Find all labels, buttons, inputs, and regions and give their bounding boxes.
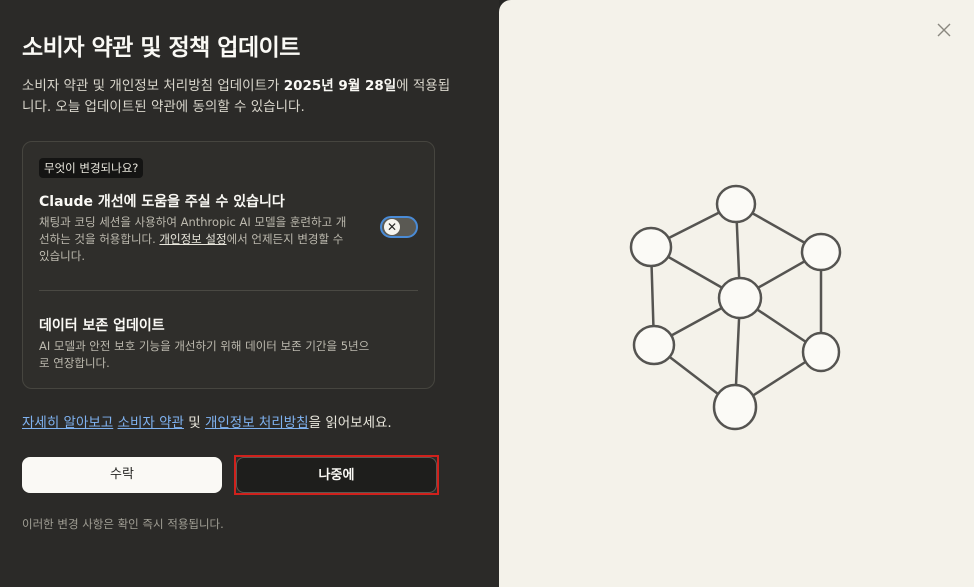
consent-dialog: 소비자 약관 및 정책 업데이트 소비자 약관 및 개인정보 처리방침 업데이트… — [0, 0, 974, 587]
effective-date: 2025년 9월 28일 — [283, 78, 397, 94]
data-retention-text: AI 모델과 안전 보호 기능을 개선하기 위해 데이터 보존 기간을 5년으로… — [39, 339, 370, 370]
privacy-settings-link[interactable]: 개인정보 설정 — [159, 232, 226, 246]
later-button[interactable]: 나중에 — [236, 457, 437, 493]
links-and: 및 — [183, 415, 205, 431]
changes-card: 무엇이 변경되나요? Claude 개선에 도움을 주실 수 있습니다 채팅과 … — [22, 141, 435, 389]
footnote: 이러한 변경 사항은 확인 즉시 적용됩니다. — [22, 517, 224, 531]
close-icon[interactable] — [936, 22, 952, 38]
intro-text-part1: 소비자 약관 및 개인정보 처리방침 업데이트가 — [22, 78, 284, 94]
card-divider — [39, 290, 418, 291]
changes-tag: 무엇이 변경되나요? — [39, 158, 144, 178]
network-graph-illustration — [629, 184, 842, 431]
help-improve-text: 채팅과 코딩 세션을 사용하여 Anthropic AI 모델을 훈련하고 개선… — [39, 214, 349, 265]
illustration-panel — [499, 0, 974, 587]
x-icon: ✕ — [384, 219, 400, 235]
policy-links: 자세히 알아보고 소비자 약관 및 개인정보 처리방침을 읽어보세요. — [22, 411, 392, 431]
privacy-policy-link[interactable]: 개인정보 처리방침 — [205, 415, 309, 431]
accept-button[interactable]: 수락 — [22, 457, 222, 493]
help-improve-title: Claude 개선에 도움을 주실 수 있습니다 — [39, 194, 285, 210]
learn-more-link[interactable]: 자세히 알아보고 — [22, 415, 113, 431]
links-suffix: 을 읽어보세요. — [308, 415, 392, 431]
intro-text: 소비자 약관 및 개인정보 처리방침 업데이트가 2025년 9월 28일에 적… — [22, 76, 452, 118]
dialog-title: 소비자 약관 및 정책 업데이트 — [22, 35, 300, 61]
model-training-toggle[interactable]: ✕ — [380, 216, 418, 238]
data-retention-title: 데이터 보존 업데이트 — [39, 318, 165, 334]
consumer-terms-link[interactable]: 소비자 약관 — [118, 415, 184, 431]
dialog-content-panel: 소비자 약관 및 정책 업데이트 소비자 약관 및 개인정보 처리방침 업데이트… — [0, 0, 499, 587]
